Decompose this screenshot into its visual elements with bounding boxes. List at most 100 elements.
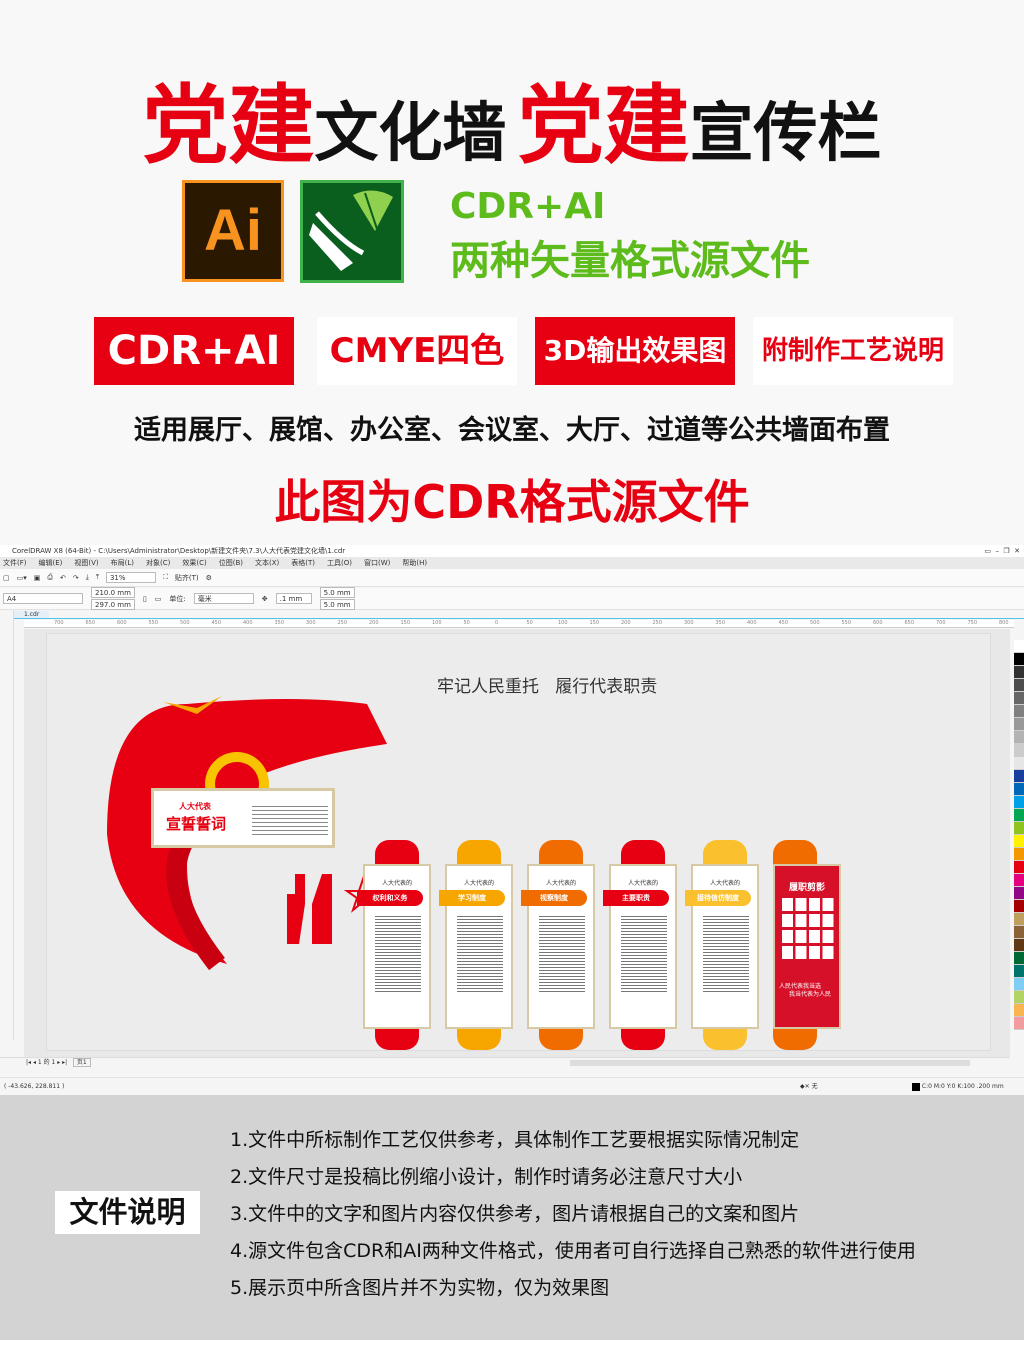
ruler-tick: 550: [148, 620, 159, 626]
palette-swatch[interactable]: [1014, 991, 1024, 1004]
palette-swatch[interactable]: [1014, 796, 1024, 809]
oath-big-title: 宣誓誓词: [166, 815, 227, 833]
gear-icon[interactable]: ⚙: [206, 574, 212, 582]
window-controls[interactable]: ▭ – ❐ ✕: [984, 545, 1020, 557]
palette-swatch[interactable]: [1014, 640, 1024, 653]
horizontal-scrollbar[interactable]: [570, 1060, 970, 1066]
palette-swatch[interactable]: [1014, 861, 1024, 874]
height-field[interactable]: 297.0 mm: [91, 599, 135, 610]
save-icon[interactable]: ▣: [34, 574, 41, 582]
title-bar: CorelDRAW X8 (64-Bit) - C:\Users\Adminis…: [0, 545, 1024, 557]
panel-top-text: 人大代表的: [381, 880, 412, 887]
ruler-tick: 500: [810, 620, 820, 626]
palette-swatch[interactable]: [1014, 822, 1024, 835]
page-size-select[interactable]: A4: [3, 593, 83, 604]
palette-swatch[interactable]: [1014, 1004, 1024, 1017]
outline-info: C:0 M:0 Y:0 K:100 .200 mm: [921, 1083, 1004, 1090]
palette-swatch[interactable]: [1014, 952, 1024, 965]
snap-menu[interactable]: 贴齐(T): [175, 573, 199, 583]
photo-grid: [782, 898, 834, 960]
palette-swatch[interactable]: [1014, 978, 1024, 991]
menu-item[interactable]: 文件(F): [3, 557, 27, 569]
standard-toolbar: ▢ ▭▾ ▣ ⎙ ↶ ↷ ⤓ ⤒ 31% ⛶ 贴齐(T) ⚙: [0, 569, 1024, 587]
full-screen-icon[interactable]: ⛶: [163, 573, 168, 582]
palette-swatch[interactable]: [1014, 887, 1024, 900]
title-black-2: 宣传栏: [689, 97, 882, 171]
palette-swatch[interactable]: [1014, 900, 1024, 913]
oath-text: [252, 803, 328, 837]
palette-swatch[interactable]: [1014, 783, 1024, 796]
new-icon[interactable]: ▢: [3, 574, 10, 582]
redo-icon[interactable]: ↷: [73, 574, 79, 582]
file-notes-label: 文件说明: [55, 1191, 200, 1234]
menu-item[interactable]: 视图(V): [74, 557, 98, 569]
undo-icon[interactable]: ↶: [60, 574, 66, 582]
tab-1cdr[interactable]: 1.cdr: [14, 611, 50, 618]
palette-swatch[interactable]: [1014, 770, 1024, 783]
export-icon[interactable]: ⤒: [96, 573, 99, 582]
page-count: 1 的 1: [37, 1059, 56, 1066]
menu-item[interactable]: 文本(X): [255, 557, 279, 569]
panel-body-text: [539, 914, 585, 994]
palette-swatch[interactable]: [1014, 835, 1024, 848]
dup-y-field[interactable]: 5.0 mm: [319, 599, 355, 610]
panel-band: 主要职责: [603, 890, 669, 906]
menu-item[interactable]: 表格(T): [291, 557, 315, 569]
portrait-icon[interactable]: ▯: [143, 595, 147, 603]
palette-swatch[interactable]: [1014, 718, 1024, 731]
menu-item[interactable]: 对象(C): [146, 557, 170, 569]
ruler-tick: 700: [54, 620, 64, 626]
palette-swatch[interactable]: [1014, 1017, 1024, 1030]
status-bar: ( -43.626, 228.811 ) ◆✕ 无 C:0 M:0 Y:0 K:…: [0, 1077, 1024, 1095]
oath-small-title: 人大代表: [179, 802, 211, 811]
coreldraw-window: CorelDRAW X8 (64-Bit) - C:\Users\Adminis…: [0, 545, 1024, 1095]
usage-text: 适用展厅、展馆、办公室、会议室、大厅、过道等公共墙面布置: [134, 415, 890, 446]
palette-swatch[interactable]: [1014, 731, 1024, 744]
import-icon[interactable]: ⤓: [86, 573, 89, 582]
menu-item[interactable]: 布局(L): [111, 557, 134, 569]
nudge-field[interactable]: .1 mm: [275, 593, 312, 604]
palette-swatch[interactable]: [1014, 705, 1024, 718]
palette-swatch[interactable]: [1014, 692, 1024, 705]
palette-swatch[interactable]: [1014, 874, 1024, 887]
palette-swatch[interactable]: [1014, 939, 1024, 952]
menu-item[interactable]: 位图(B): [219, 557, 243, 569]
fill-none: 无: [811, 1083, 818, 1090]
dup-x-field[interactable]: 5.0 mm: [319, 587, 355, 598]
palette-swatch[interactable]: [1014, 809, 1024, 822]
heading-1: 牢记人民重托: [437, 677, 539, 697]
ruler-tick: 600: [873, 620, 883, 626]
palette-swatch[interactable]: [1014, 666, 1024, 679]
unit-select[interactable]: 毫米: [193, 593, 254, 604]
ruler-tick: 200: [369, 620, 379, 626]
illustrator-logo: Ai: [182, 180, 284, 282]
panel-body-text: [621, 914, 667, 994]
palette-swatch[interactable]: [1014, 757, 1024, 770]
drawing-canvas[interactable]: 人大代表 宣誓誓词 牢记人民重托 履行代表职责 人大代表的 权利和义务 人大代表…: [24, 629, 1010, 1057]
ruler-tick: 700: [936, 620, 946, 626]
palette-swatch[interactable]: [1014, 744, 1024, 757]
menu-item[interactable]: 编辑(E): [39, 557, 63, 569]
wall-panel: 人大代表的 学习制度: [439, 864, 513, 1029]
palette-swatch[interactable]: [1014, 913, 1024, 926]
palette-swatch[interactable]: [1014, 965, 1024, 978]
ruler-tick: 50: [463, 620, 470, 626]
menu-item[interactable]: 帮助(H): [402, 557, 427, 569]
menu-item[interactable]: 窗口(W): [364, 557, 390, 569]
menu-item[interactable]: 效果(C): [182, 557, 206, 569]
color-palette[interactable]: [1014, 640, 1024, 1050]
width-field[interactable]: 210.0 mm: [91, 587, 135, 598]
open-icon[interactable]: ▭▾: [17, 574, 27, 582]
palette-swatch[interactable]: [1014, 653, 1024, 666]
palette-swatch[interactable]: [1014, 679, 1024, 692]
property-bar: A4 210.0 mm 297.0 mm ▯ ▭ 单位: 毫米 ✥ .1 mm 5.0 …: [0, 587, 1024, 610]
zoom-select[interactable]: 31%: [105, 572, 156, 583]
print-icon[interactable]: ⎙: [47, 573, 53, 582]
palette-swatch[interactable]: [1014, 926, 1024, 939]
page-tab[interactable]: 页1: [72, 1058, 91, 1067]
menu-item[interactable]: 工具(O): [327, 557, 352, 569]
ruler-tick: 400: [747, 620, 757, 626]
palette-swatch[interactable]: [1014, 848, 1024, 861]
photo-panel-title: 履职剪影: [788, 883, 825, 893]
landscape-icon[interactable]: ▭: [155, 595, 162, 603]
